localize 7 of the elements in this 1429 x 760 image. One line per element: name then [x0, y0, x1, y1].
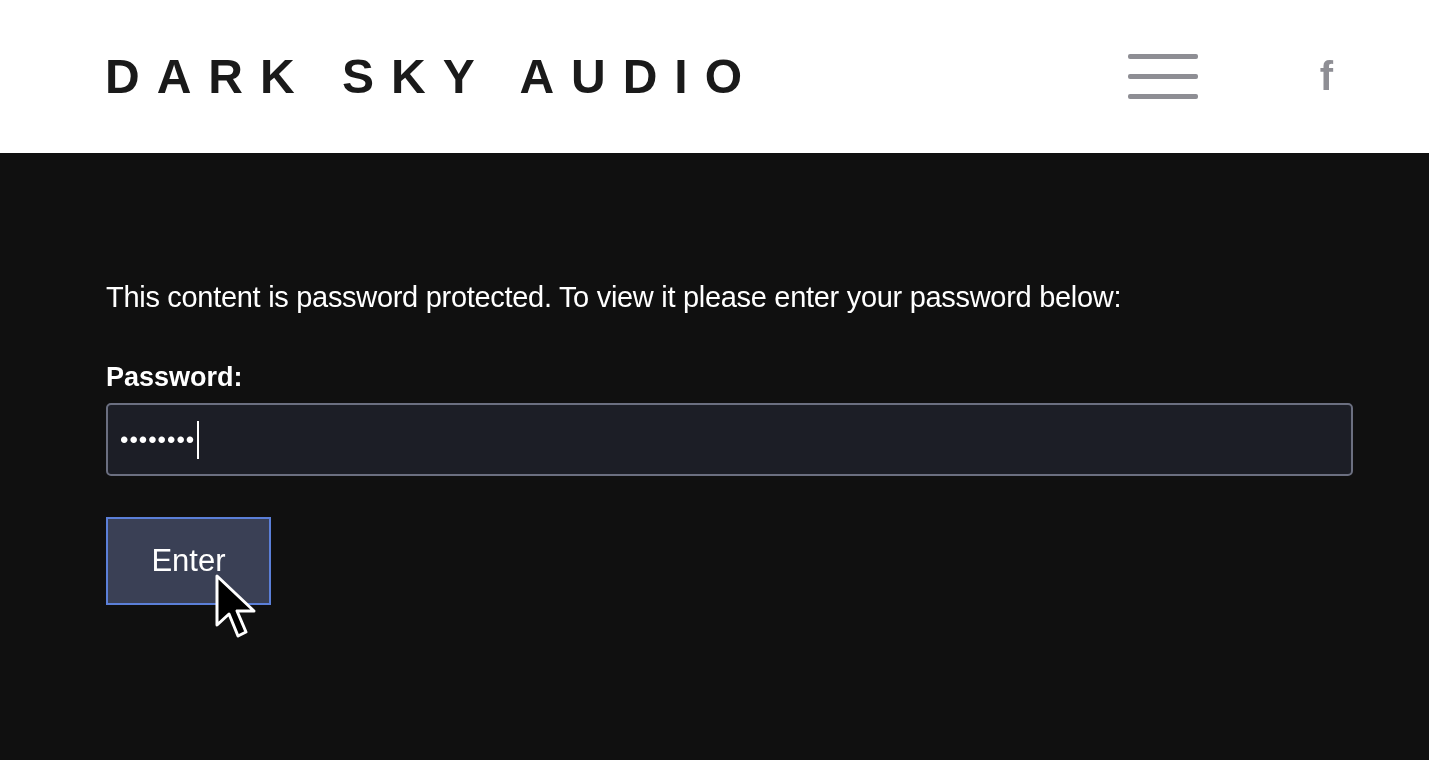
- site-logo[interactable]: DARK SKY AUDIO: [105, 49, 1128, 104]
- menu-icon[interactable]: [1127, 54, 1198, 99]
- password-field[interactable]: ••••••••: [106, 403, 1353, 476]
- enter-button[interactable]: Enter: [106, 517, 271, 605]
- password-message: This content is password protected. To view it please enter your password below:: [106, 281, 1123, 314]
- password-value: ••••••••: [120, 425, 196, 454]
- password-label: Password:: [106, 362, 243, 393]
